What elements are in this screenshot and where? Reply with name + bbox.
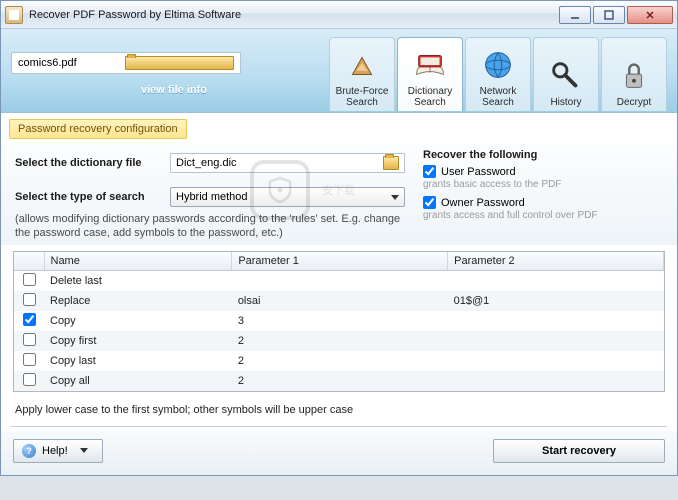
col-checkbox (14, 252, 44, 271)
col-p1[interactable]: Parameter 1 (232, 252, 448, 271)
table-row[interactable]: Replace olsai 01$@1 (14, 291, 664, 311)
row-p2 (448, 371, 664, 391)
start-label: Start recovery (542, 445, 616, 457)
tab-label: Network Search (466, 86, 530, 108)
tab-label: Brute-Force Search (330, 86, 394, 108)
tab-brute-force[interactable]: Brute-Force Search (329, 37, 395, 111)
row-p1: 3 (232, 311, 448, 331)
recover-heading: Recover the following (423, 149, 663, 161)
decrypt-icon (615, 57, 653, 95)
row-name: Copy all (44, 371, 232, 391)
searchtype-value: Hybrid method (176, 191, 391, 203)
top-toolbar: comics6.pdf view file info Brute-Force S… (1, 29, 677, 113)
table-row[interactable]: Copy last 2 (14, 351, 664, 371)
row-name: Replace (44, 291, 232, 311)
titlebar: Recover PDF Password by Eltima Software (1, 1, 677, 29)
row-p1 (232, 270, 448, 291)
searchtype-label: Select the type of search (15, 191, 170, 203)
row-checkbox[interactable] (23, 353, 36, 366)
start-recovery-button[interactable]: Start recovery (493, 439, 665, 463)
rule-description: Apply lower case to the first symbol; ot… (1, 398, 677, 422)
searchtype-select[interactable]: Hybrid method (170, 187, 405, 207)
owner-password-checkbox[interactable]: Owner Password (423, 196, 663, 209)
tab-network[interactable]: Network Search (465, 37, 531, 111)
col-name[interactable]: Name (44, 252, 232, 271)
user-password-desc: grants basic access to the PDF (423, 179, 663, 190)
rules-table: Name Parameter 1 Parameter 2 Delete last… (13, 251, 665, 392)
file-input[interactable]: comics6.pdf (11, 52, 241, 74)
dictfile-value: Dict_eng.dic (176, 157, 379, 169)
help-button[interactable]: Help! (13, 439, 103, 463)
row-checkbox[interactable] (23, 273, 36, 286)
row-name: Copy last (44, 351, 232, 371)
table-row[interactable]: Copy 3 (14, 311, 664, 331)
dictionary-icon (411, 46, 449, 84)
tab-decrypt[interactable]: Decrypt (601, 37, 667, 111)
config-area: Select the dictionary file Dict_eng.dic … (1, 143, 677, 245)
divider (11, 426, 667, 427)
user-password-label: User Password (441, 166, 516, 178)
row-p1: 2 (232, 371, 448, 391)
window-title: Recover PDF Password by Eltima Software (29, 9, 557, 21)
tab-history[interactable]: History (533, 37, 599, 111)
tab-dictionary[interactable]: Dictionary Search (397, 37, 463, 111)
file-name: comics6.pdf (18, 57, 125, 69)
brute-force-icon (343, 46, 381, 84)
user-password-checkbox[interactable]: User Password (423, 165, 663, 178)
section-header: Password recovery configuration (9, 119, 187, 139)
maximize-button[interactable] (593, 6, 625, 24)
searchtype-note: (allows modifying dictionary passwords a… (15, 213, 405, 241)
col-p2[interactable]: Parameter 2 (448, 252, 664, 271)
chevron-down-icon (391, 195, 399, 200)
help-label: Help! (42, 445, 68, 457)
browse-dict-icon[interactable] (383, 156, 399, 170)
dictfile-label: Select the dictionary file (15, 157, 170, 169)
table-row[interactable]: Copy all 2 (14, 371, 664, 391)
chevron-down-icon (80, 448, 88, 453)
minimize-button[interactable] (559, 6, 591, 24)
tab-label: Dictionary Search (398, 86, 462, 108)
row-p1: 2 (232, 331, 448, 351)
row-p2 (448, 270, 664, 291)
help-icon (22, 444, 36, 458)
dictfile-input[interactable]: Dict_eng.dic (170, 153, 405, 173)
row-p2 (448, 311, 664, 331)
row-name: Delete last (44, 270, 232, 291)
row-checkbox[interactable] (23, 333, 36, 346)
row-p2 (448, 351, 664, 371)
row-checkbox[interactable] (23, 373, 36, 386)
close-button[interactable] (627, 6, 673, 24)
history-icon (547, 57, 585, 95)
owner-password-label: Owner Password (441, 197, 525, 209)
tab-label: Decrypt (617, 97, 651, 108)
view-file-info-link[interactable]: view file info (141, 84, 329, 96)
table-row[interactable]: Delete last (14, 270, 664, 291)
table-row[interactable]: Copy first 2 (14, 331, 664, 351)
row-p2: 01$@1 (448, 291, 664, 311)
row-checkbox[interactable] (23, 313, 36, 326)
owner-password-desc: grants access and full control over PDF (423, 210, 663, 221)
network-icon (479, 46, 517, 84)
app-logo-icon (5, 6, 23, 24)
row-name: Copy first (44, 331, 232, 351)
row-p1: olsai (232, 291, 448, 311)
row-checkbox[interactable] (23, 293, 36, 306)
row-p1: 2 (232, 351, 448, 371)
browse-file-icon[interactable] (125, 56, 234, 70)
tab-label: History (550, 97, 581, 108)
row-name: Copy (44, 311, 232, 331)
row-p2 (448, 331, 664, 351)
